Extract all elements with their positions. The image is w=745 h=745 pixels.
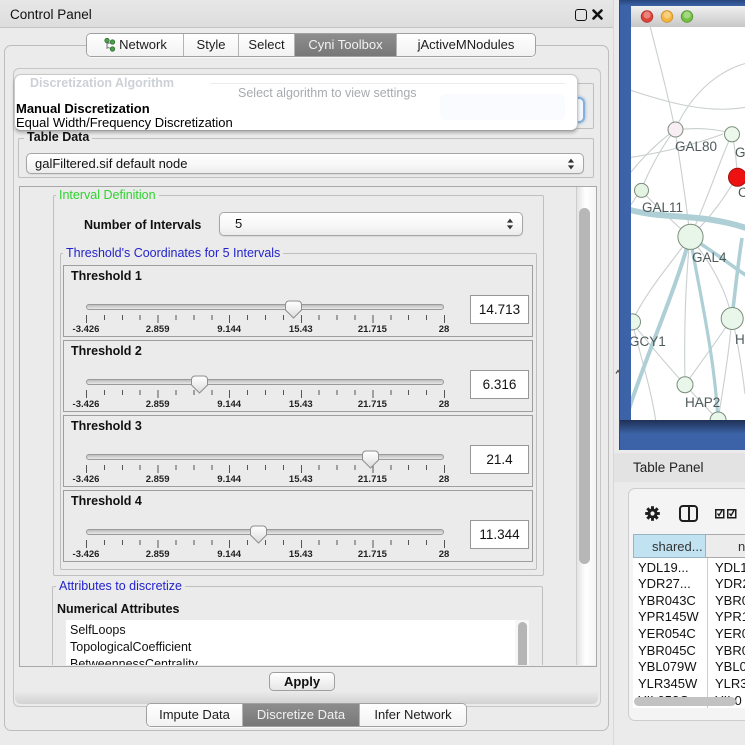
svg-text:GAL11: GAL11 — [642, 200, 683, 215]
svg-text:H: H — [735, 332, 745, 347]
svg-text:GAL80: GAL80 — [675, 139, 717, 154]
svg-text:C: C — [738, 185, 745, 200]
svg-text:GCY1: GCY1 — [631, 334, 666, 349]
svg-text:GA: GA — [735, 145, 745, 160]
svg-text:GAL4: GAL4 — [692, 250, 727, 265]
svg-text:HAP2: HAP2 — [685, 395, 720, 410]
